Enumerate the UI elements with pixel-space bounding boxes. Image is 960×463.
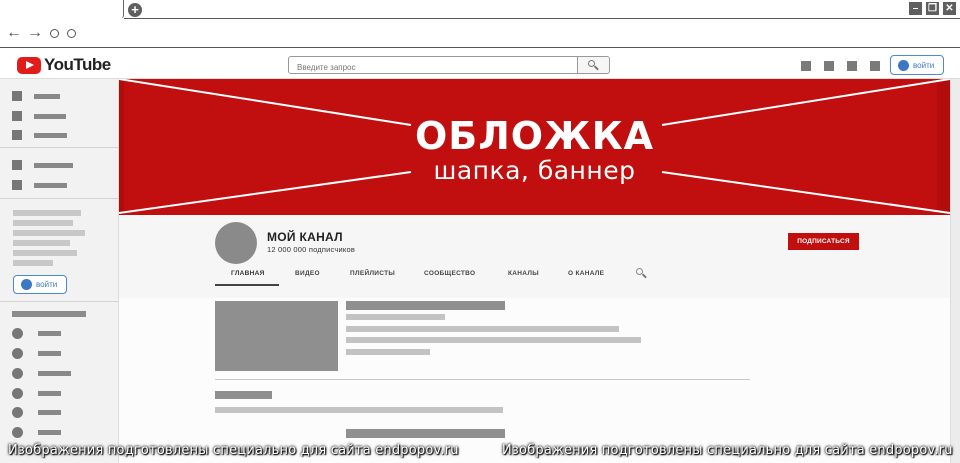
close-icon[interactable]: ✕ [943, 2, 956, 15]
sidebar-section-channels [0, 302, 119, 463]
active-tab-indicator [215, 284, 279, 286]
trending-icon [12, 111, 22, 121]
page-scrollbar[interactable] [950, 79, 960, 463]
video-thumbnail[interactable] [215, 301, 338, 371]
channel-avatar-icon [12, 328, 23, 339]
video-title[interactable] [346, 301, 505, 310]
sidebar: войти [0, 79, 119, 463]
section-divider [215, 379, 750, 380]
search-input[interactable] [289, 59, 574, 76]
youtube-logo[interactable]: YouTube [17, 55, 111, 75]
video-description-line [346, 337, 641, 343]
subscriber-count: 12 000 000 подписчиков [267, 245, 355, 254]
header-login-button[interactable]: войти [890, 55, 944, 75]
user-icon [21, 279, 32, 290]
channel-banner: ОБЛОЖКА шапка, баннер [119, 79, 950, 215]
channel-page: ОБЛОЖКА шапка, баннер МОЙ КАНАЛ 12 000 0… [119, 79, 960, 463]
sidebar-heading [12, 311, 86, 317]
youtube-play-icon [17, 56, 41, 74]
subscriptions-icon [12, 130, 22, 140]
channel-avatar-icon [12, 348, 23, 359]
channel-avatar-icon [12, 368, 23, 379]
messages-icon[interactable] [847, 61, 857, 71]
browser-tab-bar: + – ❐ ✕ [0, 0, 960, 20]
apps-icon[interactable] [824, 61, 834, 71]
search-icon [588, 60, 595, 67]
sidebar-section-main [0, 79, 119, 148]
sidebar-section-library [0, 148, 119, 199]
browser-nav-bar: ← → [0, 19, 960, 48]
minimize-icon[interactable]: – [909, 2, 922, 15]
channel-avatar-icon [12, 427, 23, 438]
window-controls: – ❐ ✕ [909, 2, 956, 15]
tab-channels[interactable]: КАНАЛЫ [508, 270, 539, 277]
section-description [215, 407, 503, 413]
home-icon[interactable] [67, 29, 76, 38]
restore-icon[interactable]: ❐ [926, 2, 939, 15]
sidebar-login-button[interactable]: войти [13, 275, 67, 294]
banner-subtitle: шапка, баннер [433, 156, 636, 185]
tab-playlists[interactable]: ПЛЕЙЛИСТЫ [350, 270, 395, 277]
video-description-line [346, 349, 430, 355]
tab-about[interactable]: О КАНАЛЕ [568, 270, 604, 277]
create-video-icon[interactable] [801, 61, 811, 71]
watermark-text: Изображения подготовлены специально для … [502, 443, 953, 458]
history-icon [12, 180, 22, 190]
tab-home[interactable]: ГЛАВНАЯ [231, 270, 265, 277]
search-box [288, 56, 610, 76]
youtube-logo-text: YouTube [44, 55, 111, 74]
forward-arrow-icon[interactable]: → [27, 24, 43, 42]
channel-avatar-icon [12, 388, 23, 399]
library-icon [12, 160, 22, 170]
browser-tab[interactable] [0, 0, 124, 19]
home-nav-icon [12, 91, 22, 101]
section-heading [215, 391, 272, 399]
video-description-line [346, 326, 619, 332]
back-arrow-icon[interactable]: ← [6, 24, 22, 42]
channel-header: МОЙ КАНАЛ 12 000 000 подписчиков ПОДПИСА… [119, 215, 950, 298]
header-login-label: войти [913, 60, 935, 70]
reload-icon[interactable] [50, 29, 59, 38]
search-button[interactable] [577, 57, 609, 73]
new-tab-plus-icon[interactable]: + [128, 3, 142, 17]
youtube-header: YouTube войти [0, 48, 960, 79]
banner-title: ОБЛОЖКА [414, 114, 655, 158]
sidebar-section-login-prompt: войти [0, 199, 119, 302]
channel-avatar[interactable] [215, 222, 257, 264]
video-meta [346, 314, 445, 320]
channel-name: МОЙ КАНАЛ [267, 230, 343, 244]
channel-search-icon[interactable] [636, 268, 643, 275]
tab-community[interactable]: СООБЩЕСТВО [424, 270, 475, 277]
sidebar-login-label: войти [36, 280, 58, 289]
channel-content [119, 298, 950, 463]
channel-avatar-icon [12, 407, 23, 418]
user-icon [898, 59, 909, 71]
video-title[interactable] [346, 429, 505, 438]
tab-videos[interactable]: ВИДЕО [295, 270, 320, 277]
settings-icon[interactable] [870, 61, 880, 71]
watermark-text: Изображения подготовлены специально для … [8, 443, 459, 458]
subscribe-button[interactable]: ПОДПИСАТЬСЯ [788, 233, 859, 250]
